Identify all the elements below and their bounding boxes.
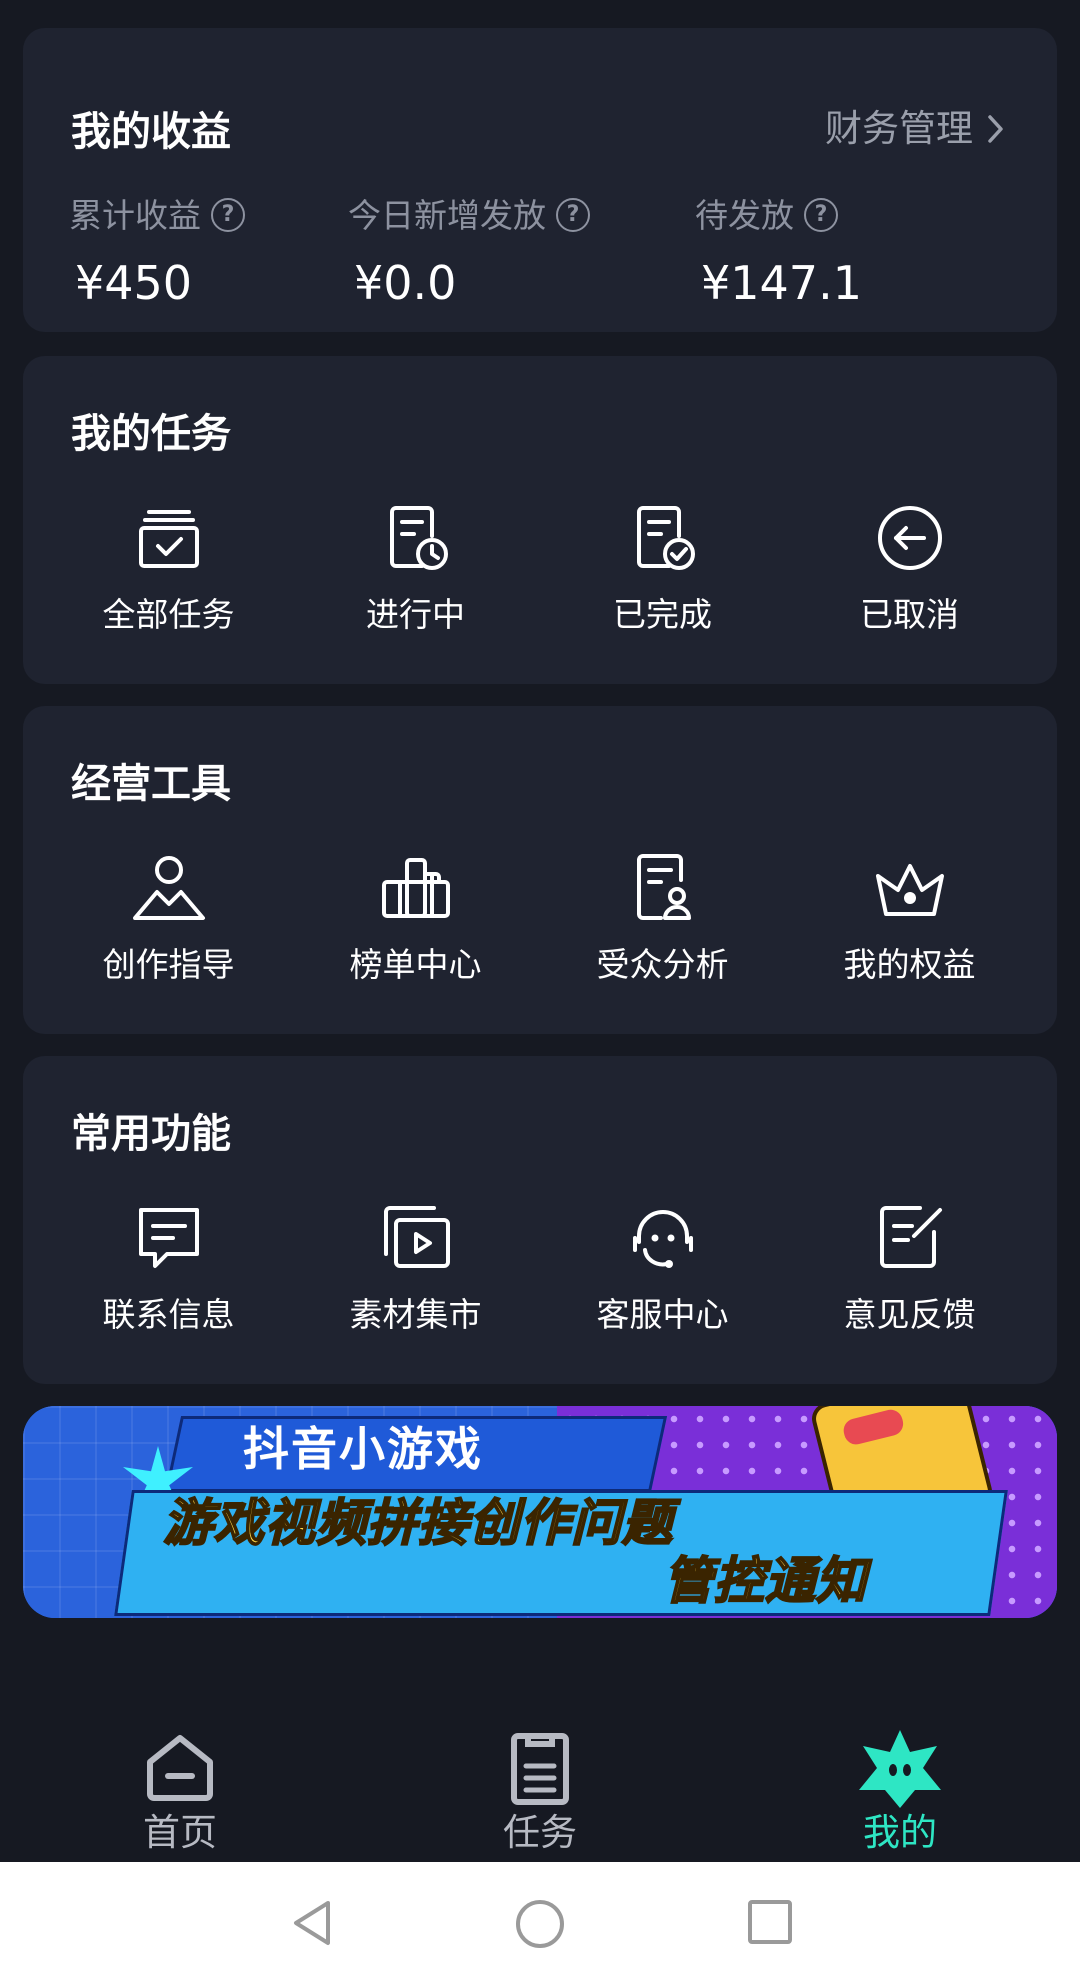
- task-in-progress-button[interactable]: 进行中: [292, 496, 539, 631]
- clipboard-icon: [511, 1733, 569, 1805]
- common-functions-card: 常用功能 联系信息 素材集市 客服中心 意见反馈: [23, 1056, 1057, 1384]
- recents-square-icon[interactable]: [746, 1898, 794, 1946]
- message-icon: [138, 1208, 199, 1268]
- task-cancelled-button[interactable]: 已取消: [786, 496, 1033, 631]
- cancelled-icon: [877, 506, 942, 570]
- grid-label: 榜单中心: [349, 945, 482, 984]
- tab-label: 首页: [143, 1811, 217, 1854]
- stat-pending: 待发放 ? ¥147.1: [695, 198, 862, 306]
- all-tasks-icon: [138, 510, 199, 568]
- tab-label: 任务: [503, 1811, 577, 1854]
- stat-value: ¥147.1: [701, 256, 862, 310]
- stat-label: 累计收益: [69, 195, 201, 235]
- task-all-button[interactable]: 全部任务: [45, 496, 292, 631]
- stat-total-earnings: 累计收益 ? ¥450: [69, 198, 245, 306]
- stat-label: 待发放: [695, 195, 794, 235]
- creator-guide-icon: [132, 856, 205, 920]
- stat-value: ¥0.0: [354, 256, 457, 310]
- headset-icon: [632, 1210, 693, 1268]
- finance-management-label: 财务管理: [825, 107, 973, 150]
- grid-label: 受众分析: [596, 945, 729, 984]
- my-benefits-button[interactable]: 我的权益: [786, 846, 1033, 981]
- tab-home[interactable]: 首页: [80, 1690, 280, 1851]
- task-completed-button[interactable]: 已完成: [539, 496, 786, 631]
- tasks-title: 我的任务: [71, 411, 231, 457]
- stat-value: ¥450: [75, 256, 193, 310]
- in-progress-icon: [389, 506, 448, 570]
- grid-label: 已完成: [613, 595, 712, 634]
- audience-icon: [636, 854, 691, 920]
- completed-icon: [636, 506, 695, 570]
- banner-headline-line1: 游戏视频拼接创作问题: [162, 1494, 673, 1552]
- home-circle-icon[interactable]: [514, 1898, 566, 1950]
- crown-icon: [875, 864, 944, 916]
- grid-label: 创作指导: [102, 945, 235, 984]
- tab-label: 我的: [863, 1811, 937, 1854]
- grid-label: 进行中: [366, 595, 465, 634]
- my-tasks-card: 我的任务 全部任务 进行中 已完成 已取消: [23, 356, 1057, 684]
- tab-mine[interactable]: 我的: [800, 1690, 1000, 1851]
- help-icon[interactable]: ?: [556, 198, 590, 232]
- ranking-icon: [381, 858, 450, 918]
- earnings-card: 我的收益 财务管理 累计收益 ? ¥450 今日新增发放 ? ¥0.0 待发放: [23, 28, 1057, 332]
- tools-title: 经营工具: [71, 761, 231, 807]
- audience-analysis-button[interactable]: 受众分析: [539, 846, 786, 981]
- feedback-edit-icon: [879, 1206, 942, 1268]
- finance-management-link[interactable]: 财务管理: [825, 110, 1005, 147]
- back-triangle-icon[interactable]: [290, 1898, 336, 1948]
- material-market-button[interactable]: 素材集市: [292, 1196, 539, 1331]
- contact-info-button[interactable]: 联系信息: [45, 1196, 292, 1331]
- video-library-icon: [383, 1206, 450, 1268]
- creator-guide-button[interactable]: 创作指导: [45, 846, 292, 981]
- grid-label: 客服中心: [596, 1295, 729, 1334]
- system-navigation-bar: [0, 1862, 1080, 1980]
- bottom-tab-bar: 首页 任务 我的: [0, 1690, 1080, 1862]
- earnings-title: 我的收益: [71, 109, 231, 155]
- grid-label: 联系信息: [102, 1295, 235, 1334]
- grid-label: 素材集市: [349, 1295, 482, 1334]
- help-icon[interactable]: ?: [211, 198, 245, 232]
- feedback-button[interactable]: 意见反馈: [786, 1196, 1033, 1331]
- promo-banner[interactable]: 抖音小游戏 游戏视频拼接创作问题 管控通知: [23, 1406, 1057, 1618]
- help-icon[interactable]: ?: [804, 198, 838, 232]
- grid-label: 意见反馈: [843, 1295, 976, 1334]
- chevron-right-icon: [988, 114, 1003, 143]
- stat-label: 今日新增发放: [348, 195, 546, 235]
- banner-headline-line2: 管控通知: [662, 1552, 867, 1610]
- tab-tasks[interactable]: 任务: [440, 1690, 640, 1851]
- stat-today-issued: 今日新增发放 ? ¥0.0: [348, 198, 590, 306]
- ranking-center-button[interactable]: 榜单中心: [292, 846, 539, 981]
- business-tools-card: 经营工具 创作指导 榜单中心 受众分析 我的权益: [23, 706, 1057, 1034]
- grid-label: 全部任务: [102, 595, 235, 634]
- common-title: 常用功能: [71, 1111, 231, 1157]
- customer-service-button[interactable]: 客服中心: [539, 1196, 786, 1331]
- star-mascot-icon: [859, 1730, 941, 1808]
- banner-tag: 抖音小游戏: [243, 1422, 483, 1476]
- home-icon: [147, 1735, 213, 1801]
- screen: 我的收益 财务管理 累计收益 ? ¥450 今日新增发放 ? ¥0.0 待发放: [0, 0, 1080, 1980]
- grid-label: 已取消: [860, 595, 959, 634]
- grid-label: 我的权益: [843, 945, 976, 984]
